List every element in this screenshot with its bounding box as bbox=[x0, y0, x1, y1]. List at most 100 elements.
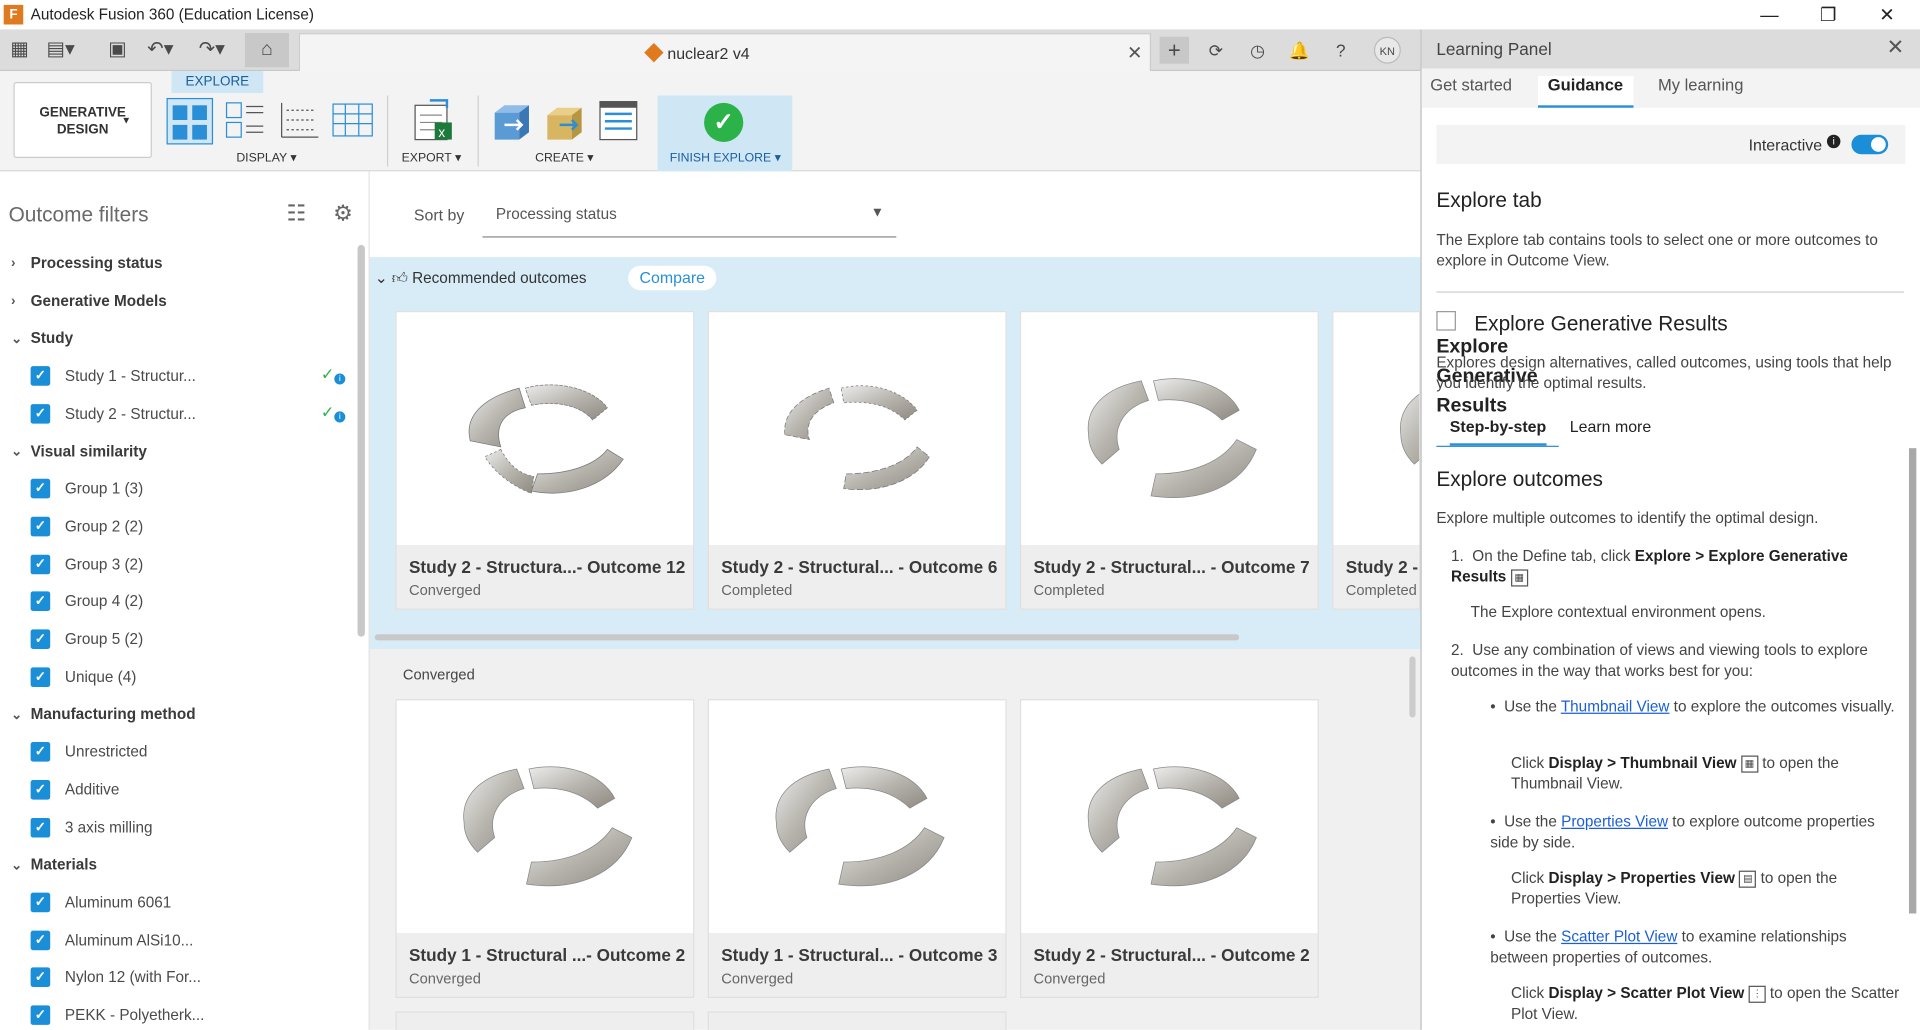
checkbox[interactable]: ✓ bbox=[30, 892, 51, 913]
properties-view-icon[interactable] bbox=[223, 98, 270, 145]
thumbnail-view-link[interactable]: Thumbnail View bbox=[1561, 698, 1670, 715]
filter-item[interactable]: ✓ Group 4 (2) bbox=[0, 583, 355, 620]
close-tab-icon[interactable]: ✕ bbox=[1127, 42, 1142, 64]
export-excel-icon[interactable]: x bbox=[410, 98, 457, 145]
filters-scrollbar[interactable] bbox=[357, 244, 365, 637]
redo-icon[interactable]: ↷▾ bbox=[198, 37, 225, 64]
outcome-card[interactable]: Study 1 - Structural... - Outcome 3 Conve… bbox=[707, 699, 1007, 998]
outcome-card[interactable]: Study 1 - Structural ...- Outcome 2 Conve… bbox=[395, 699, 695, 998]
save-icon[interactable]: ▣ bbox=[104, 37, 131, 64]
create-report-icon[interactable] bbox=[596, 98, 643, 145]
finish-explore-button[interactable]: ✓ FINISH EXPLORE ▾ bbox=[657, 95, 793, 172]
filter-section[interactable]: ⌄ Visual similarity bbox=[0, 433, 355, 470]
maximize-button[interactable]: ❐ bbox=[1800, 0, 1856, 29]
checkbox[interactable]: ✓ bbox=[30, 366, 51, 386]
home-icon[interactable]: ⌂ bbox=[244, 33, 289, 68]
thumbnail-view-icon[interactable] bbox=[166, 97, 214, 145]
learning-scrollbar[interactable] bbox=[1908, 448, 1917, 914]
checkbox[interactable]: ✓ bbox=[30, 403, 51, 424]
filter-section[interactable]: ⌄ Study bbox=[0, 320, 355, 357]
tab-learn-more[interactable]: Learn more bbox=[1570, 418, 1651, 436]
sort-dropdown[interactable]: Processing status ▼ bbox=[482, 193, 897, 238]
close-window-button[interactable]: ✕ bbox=[1859, 0, 1915, 29]
checkbox[interactable]: ✓ bbox=[30, 967, 51, 988]
user-avatar[interactable]: KN bbox=[1373, 36, 1401, 64]
new-tab-icon[interactable]: + bbox=[1159, 36, 1189, 64]
create-group-label[interactable]: CREATE ▾ bbox=[535, 152, 593, 165]
filter-section[interactable]: › Processing status bbox=[0, 245, 355, 282]
undo-icon[interactable]: ↶▾ bbox=[147, 37, 174, 64]
filter-item[interactable]: ✓ Unique (4) bbox=[0, 658, 355, 695]
filter-item[interactable]: ✓ Group 2 (2) bbox=[0, 508, 355, 545]
checkbox[interactable]: ✓ bbox=[30, 779, 51, 800]
filter-item[interactable]: ✓ Study 1 - Structur... ✓ i bbox=[0, 358, 355, 395]
tab-step-by-step[interactable]: Step-by-step bbox=[1449, 418, 1547, 446]
create-mesh-icon[interactable] bbox=[542, 100, 589, 147]
horizontal-scrollbar[interactable] bbox=[374, 634, 1240, 641]
outcome-card[interactable] bbox=[707, 1011, 1007, 1030]
checkbox[interactable]: ✓ bbox=[30, 1005, 51, 1025]
notifications-icon[interactable]: 🔔 bbox=[1286, 37, 1313, 64]
outcome-title: Study 2 - Structural... - Outcome 2 bbox=[1033, 945, 1310, 965]
minimize-button[interactable]: — bbox=[1741, 0, 1797, 29]
help-icon[interactable]: ? bbox=[1327, 37, 1354, 64]
job-status-icon[interactable]: ◷ bbox=[1244, 37, 1271, 64]
document-tab[interactable]: nuclear2 v4 ✕ bbox=[298, 33, 1152, 72]
filter-sliders-icon[interactable]: ☷ bbox=[287, 201, 307, 227]
vertical-scrollbar[interactable] bbox=[1409, 656, 1416, 718]
settings-gear-icon[interactable]: ⚙ bbox=[333, 201, 353, 227]
scatter-plot-view-link[interactable]: Scatter Plot View bbox=[1561, 928, 1677, 945]
checkbox[interactable]: ✓ bbox=[30, 629, 51, 649]
sync-icon[interactable]: ⟳ bbox=[1202, 37, 1229, 64]
checkbox[interactable]: ✓ bbox=[30, 666, 51, 687]
explore-tab-text: The Explore tab contains tools to select… bbox=[1436, 231, 1878, 270]
outcome-card[interactable]: Study 2 - Structural... - Outcome 7 Compl… bbox=[1020, 311, 1319, 610]
outcome-card[interactable]: Study 2 - Structural... - Outcome 8 Compl… bbox=[1332, 311, 1421, 610]
filter-item[interactable]: ✓ Group 5 (2) bbox=[0, 621, 355, 658]
filter-item[interactable]: ✓ PEKK - Polyetherk... bbox=[0, 997, 355, 1030]
filter-item[interactable]: ✓ Group 1 (3) bbox=[0, 470, 355, 507]
checkbox[interactable]: ✓ bbox=[30, 817, 51, 837]
tab-get-started[interactable]: Get started bbox=[1430, 76, 1512, 94]
display-group-label[interactable]: DISPLAY ▾ bbox=[236, 152, 296, 165]
tab-explore[interactable]: EXPLORE bbox=[171, 71, 264, 94]
tab-guidance[interactable]: Guidance bbox=[1537, 75, 1633, 108]
table-view-icon[interactable] bbox=[331, 98, 378, 145]
checkbox[interactable]: ✓ bbox=[30, 742, 51, 762]
properties-view-link[interactable]: Properties View bbox=[1561, 813, 1668, 830]
filter-item[interactable]: ✓ 3 axis milling bbox=[0, 809, 355, 846]
checkbox[interactable]: ✓ bbox=[30, 516, 51, 537]
outcome-status: Converged bbox=[721, 969, 794, 987]
filter-item[interactable]: ✓ Aluminum 6061 bbox=[0, 884, 355, 921]
checkbox[interactable]: ✓ bbox=[30, 479, 51, 499]
filter-item[interactable]: ✓ Additive bbox=[0, 771, 355, 808]
apps-grid-icon[interactable]: ▦ bbox=[6, 37, 33, 64]
outcome-card[interactable]: Study 2 - Structura...- Outcome 12 Conver… bbox=[395, 311, 695, 610]
checkbox[interactable]: ✓ bbox=[30, 554, 51, 574]
filter-item[interactable]: ✓ Nylon 12 (with For... bbox=[0, 959, 355, 996]
filter-item[interactable]: ✓ Aluminum AlSi10... bbox=[0, 922, 355, 959]
checkbox[interactable]: ✓ bbox=[30, 591, 51, 612]
filter-item[interactable]: ✓ Study 2 - Structur... ✓ i bbox=[0, 395, 355, 432]
outcome-card[interactable]: Study 2 - Structural... - Outcome 2 Conve… bbox=[1020, 699, 1319, 998]
outcome-card[interactable] bbox=[395, 1011, 695, 1030]
file-menu-icon[interactable]: ▤▾ bbox=[47, 37, 75, 64]
filter-section[interactable]: › Generative Models bbox=[0, 282, 355, 319]
scatter-plot-view-icon[interactable] bbox=[277, 98, 324, 145]
info-icon[interactable]: i bbox=[1826, 134, 1841, 149]
create-design-icon[interactable] bbox=[490, 100, 537, 147]
close-panel-icon[interactable]: ✕ bbox=[1887, 36, 1904, 60]
filter-item[interactable]: ✓ Unrestricted bbox=[0, 734, 355, 771]
recommended-header[interactable]: ⌄ 👍︎ Recommended outcomes bbox=[375, 268, 587, 288]
compare-button[interactable]: Compare bbox=[628, 265, 717, 291]
filter-item[interactable]: ✓ Group 3 (2) bbox=[0, 546, 355, 583]
filter-section[interactable]: ⌄ Manufacturing method bbox=[0, 696, 355, 733]
tab-my-learning[interactable]: My learning bbox=[1658, 76, 1743, 94]
checkbox[interactable]: ✓ bbox=[30, 930, 51, 950]
workspace-switcher[interactable]: GENERATIVE DESIGN ▼ bbox=[13, 82, 152, 158]
outcome-card[interactable]: Study 2 - Structural... - Outcome 6 Compl… bbox=[707, 311, 1007, 610]
interactive-toggle[interactable] bbox=[1851, 134, 1889, 155]
filter-section[interactable]: ⌄ Materials bbox=[0, 846, 355, 883]
export-group-label[interactable]: EXPORT ▾ bbox=[402, 152, 461, 165]
outcome-title: Study 1 - Structural ...- Outcome 2 bbox=[408, 945, 686, 965]
